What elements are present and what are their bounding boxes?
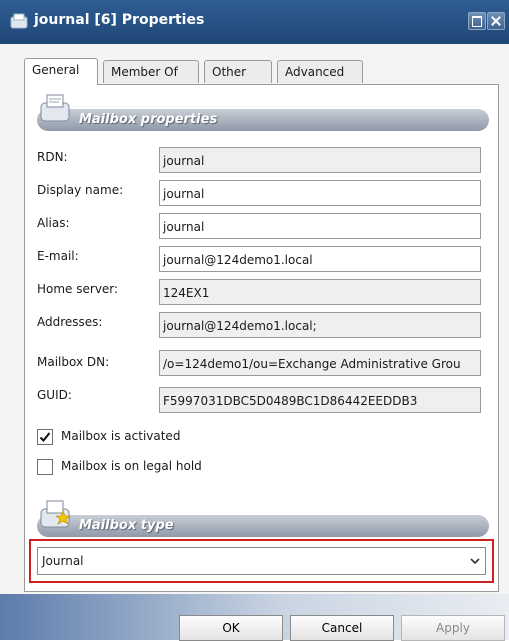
checkbox-box[interactable] bbox=[37, 429, 53, 445]
tab-member-of[interactable]: Member Of bbox=[103, 60, 199, 83]
rdn-field[interactable]: journal bbox=[159, 147, 481, 173]
legal-hold-label: Mailbox is on legal hold bbox=[61, 459, 202, 473]
mailbox-type-select[interactable]: Journal bbox=[37, 547, 486, 575]
tab-advanced[interactable]: Advanced bbox=[277, 60, 363, 83]
mailbox-activated-label: Mailbox is activated bbox=[61, 429, 181, 443]
tab-general[interactable]: General bbox=[24, 58, 98, 85]
title-bar: journal [6] Properties bbox=[0, 0, 509, 44]
display-name-label: Display name: bbox=[37, 183, 124, 197]
maximize-button[interactable] bbox=[468, 12, 486, 30]
chevron-down-icon[interactable] bbox=[470, 557, 480, 565]
home-server-field[interactable]: 124EX1 bbox=[159, 279, 481, 305]
mailbox-dn-label: Mailbox DN: bbox=[37, 355, 110, 369]
general-panel: Mailbox properties RDN: journal Display … bbox=[24, 84, 499, 592]
email-label: E-mail: bbox=[37, 249, 79, 263]
mailbox-star-icon bbox=[40, 500, 71, 528]
apply-button[interactable]: Apply bbox=[401, 615, 505, 641]
checkbox-box[interactable] bbox=[37, 459, 53, 475]
rdn-label: RDN: bbox=[37, 150, 68, 164]
alias-field[interactable]: journal bbox=[159, 213, 481, 239]
section-title: Mailbox properties bbox=[79, 112, 218, 127]
addresses-label: Addresses: bbox=[37, 315, 103, 329]
mailbox-dn-field[interactable]: /o=124demo1/ou=Exchange Administrative G… bbox=[159, 350, 481, 376]
mailbox-type-highlight: Journal bbox=[29, 539, 494, 583]
tab-other[interactable]: Other bbox=[204, 60, 272, 83]
mailbox-type-value: Journal bbox=[42, 554, 84, 568]
guid-field[interactable]: F5997031DBC5D0489BC1D86442EEDDB3 bbox=[159, 387, 481, 413]
home-server-label: Home server: bbox=[37, 282, 119, 296]
guid-label: GUID: bbox=[37, 388, 72, 402]
close-button[interactable] bbox=[487, 12, 505, 30]
checkmark-icon bbox=[39, 432, 51, 442]
email-field[interactable]: journal@124demo1.local bbox=[159, 246, 481, 272]
alias-label: Alias: bbox=[37, 216, 70, 230]
window-title: journal [6] Properties bbox=[34, 12, 205, 28]
addresses-field[interactable]: journal@124demo1.local; bbox=[159, 312, 481, 338]
mailbox-icon bbox=[10, 13, 28, 29]
mailbox-type-header: Mailbox type bbox=[37, 500, 489, 537]
cancel-button[interactable]: Cancel bbox=[290, 615, 394, 641]
mailbox-properties-header: Mailbox properties bbox=[37, 94, 489, 131]
ok-button[interactable]: OK bbox=[179, 615, 283, 641]
mailbox-icon bbox=[40, 94, 70, 122]
section-title: Mailbox type bbox=[79, 518, 174, 533]
display-name-field[interactable]: journal bbox=[159, 180, 481, 206]
properties-dialog: General Member Of Other Advanced Mailbox… bbox=[0, 44, 509, 594]
button-bar: OK Cancel Apply bbox=[0, 594, 509, 641]
